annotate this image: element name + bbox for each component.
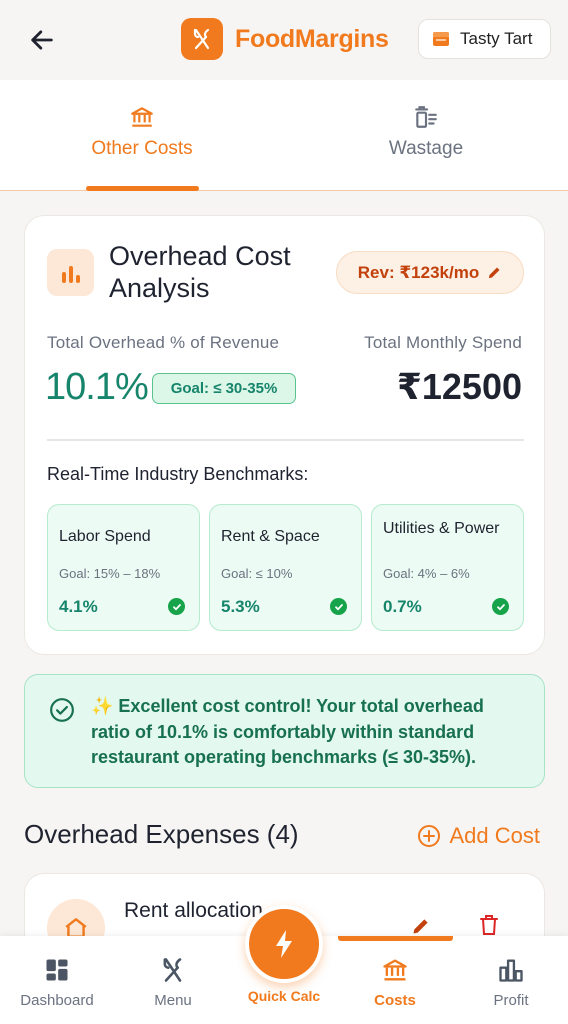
bank-icon xyxy=(383,959,407,981)
fork-knife-icon xyxy=(181,18,223,60)
expenses-title: Overhead Expenses (4) xyxy=(24,819,299,849)
benchmark-value: 4.1% xyxy=(59,597,98,616)
nav-profit[interactable]: Profit xyxy=(454,936,568,1024)
check-circle-icon xyxy=(168,598,185,615)
lightning-icon xyxy=(276,930,292,958)
bank-icon xyxy=(131,107,153,127)
tab-other-costs[interactable]: Other Costs xyxy=(0,80,284,191)
nav-label: Costs xyxy=(374,992,416,1009)
quick-calc-button[interactable] xyxy=(245,905,323,983)
benchmark-value: 0.7% xyxy=(383,597,422,616)
expense-name: Rent allocation xyxy=(124,899,263,922)
active-tab-indicator xyxy=(86,186,199,191)
cost-tabs: Other Costs Wastage xyxy=(0,80,568,191)
nav-dashboard[interactable]: Dashboard xyxy=(0,936,114,1024)
top-bar: FoodMargins Tasty Tart xyxy=(0,0,568,80)
benchmark-name: Labor Spend xyxy=(59,528,151,545)
dashboard-icon xyxy=(46,959,68,981)
pencil-icon xyxy=(489,267,500,279)
benchmark-goal: Goal: 15% – 18% xyxy=(59,566,161,581)
tab-label: Wastage xyxy=(388,138,464,159)
back-button[interactable] xyxy=(24,22,60,58)
nav-menu[interactable]: Menu xyxy=(116,936,230,1024)
divider xyxy=(47,439,524,441)
add-cost-button[interactable]: Add Cost xyxy=(417,823,541,849)
arrow-left-icon xyxy=(31,30,53,50)
store-selector[interactable]: Tasty Tart xyxy=(418,19,551,59)
trash-list-icon xyxy=(415,106,437,128)
spend-label: Total Monthly Spend xyxy=(364,333,522,352)
overhead-analysis-card: Overhead Cost Analysis Rev: ₹123k/mo Tot… xyxy=(24,215,545,655)
app-logo: FoodMargins xyxy=(181,18,389,60)
benchmark-goal: Goal: 4% – 6% xyxy=(383,566,470,581)
plus-circle-icon xyxy=(417,825,440,847)
delete-icon[interactable] xyxy=(479,914,499,936)
check-circle-outline-icon xyxy=(50,698,74,722)
fork-knife-icon xyxy=(163,958,182,982)
benchmark-labor: Labor Spend Goal: 15% – 18% 4.1% xyxy=(47,504,200,631)
benchmark-value: 5.3% xyxy=(221,597,260,616)
nav-label: Menu xyxy=(154,992,192,1009)
nav-costs[interactable]: Costs xyxy=(338,936,452,1024)
nav-label: Dashboard xyxy=(20,992,94,1009)
app-name: FoodMargins xyxy=(235,24,389,53)
check-circle-icon xyxy=(330,598,347,615)
benchmark-rent: Rent & Space Goal: ≤ 10% 5.3% xyxy=(209,504,362,631)
monthly-spend: ₹12500 xyxy=(396,366,522,407)
overhead-percent: 10.1% xyxy=(45,366,149,408)
bar-chart-icon xyxy=(47,249,94,296)
storefront-icon xyxy=(433,32,449,46)
cost-status-alert: ✨ Excellent cost control! Your total ove… xyxy=(24,674,545,788)
revenue-value: Rev: ₹123k/mo xyxy=(357,262,480,282)
benchmark-name: Utilities & Power xyxy=(383,520,500,537)
check-circle-icon xyxy=(492,598,509,615)
tab-label: Other Costs xyxy=(91,138,193,159)
add-cost-label: Add Cost xyxy=(449,823,541,848)
edit-icon[interactable] xyxy=(411,916,431,936)
tab-wastage[interactable]: Wastage xyxy=(284,80,568,191)
bar-chart-icon xyxy=(499,959,523,982)
benchmark-name: Rent & Space xyxy=(221,528,320,545)
card-title: Overhead Cost Analysis xyxy=(109,241,291,303)
overhead-label: Total Overhead % of Revenue xyxy=(47,333,280,352)
benchmark-goal: Goal: ≤ 10% xyxy=(221,566,293,581)
goal-badge: Goal: ≤ 30-35% xyxy=(152,373,296,404)
nav-label: Profit xyxy=(493,992,529,1009)
benchmark-utilities: Utilities & Power Goal: 4% – 6% 0.7% xyxy=(371,504,524,631)
quick-calc-label: Quick Calc xyxy=(247,988,321,1004)
alert-message: ✨ Excellent cost control! Your total ove… xyxy=(91,696,484,767)
store-name: Tasty Tart xyxy=(460,29,533,48)
benchmarks-title: Real-Time Industry Benchmarks: xyxy=(47,464,309,484)
revenue-chip[interactable]: Rev: ₹123k/mo xyxy=(336,251,524,294)
